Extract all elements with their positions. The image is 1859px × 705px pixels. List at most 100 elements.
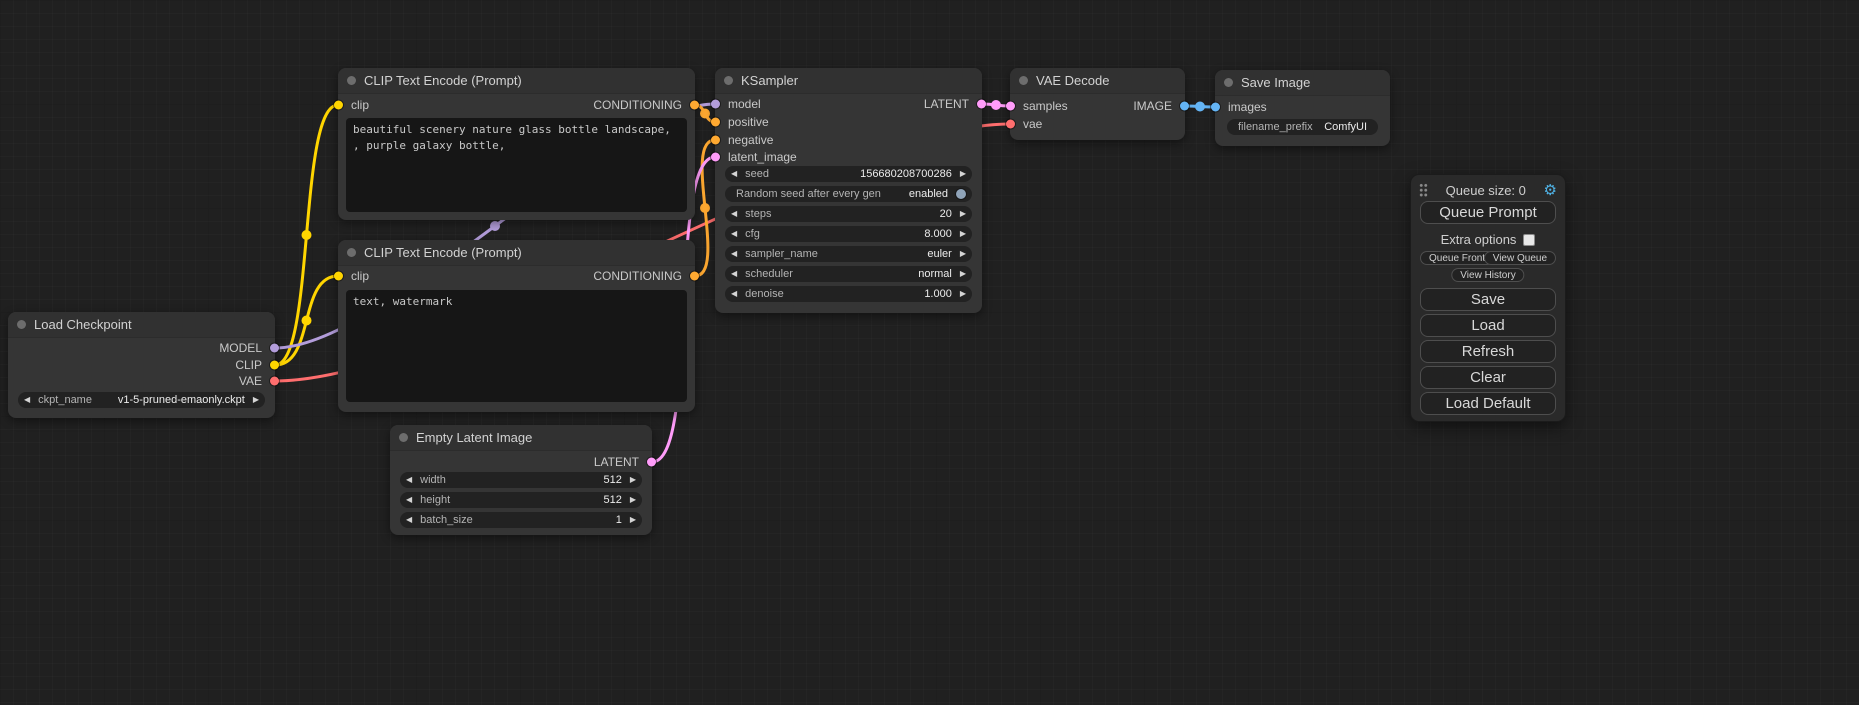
node-title: Empty Latent Image xyxy=(416,430,532,445)
node-title-bar[interactable]: Empty Latent Image xyxy=(390,425,652,451)
increment-arrow-icon[interactable]: ▶ xyxy=(960,170,966,178)
increment-arrow-icon[interactable]: ▶ xyxy=(253,396,259,404)
view-history-button[interactable]: View History xyxy=(1451,268,1524,282)
cfg-widget[interactable]: ◀ cfg 8.000 ▶ xyxy=(725,226,972,242)
queue-size-label: Queue size: 0 xyxy=(1428,183,1544,198)
node-clip-text-encode-negative[interactable]: CLIP Text Encode (Prompt) clip CONDITION… xyxy=(338,240,695,412)
prompt-textarea[interactable]: text, watermark xyxy=(346,290,687,402)
node-title-bar[interactable]: KSampler xyxy=(715,68,982,94)
latent-output-port[interactable] xyxy=(647,458,656,467)
collapse-dot-icon[interactable] xyxy=(399,433,408,442)
batch-size-widget[interactable]: ◀ batch_size 1 ▶ xyxy=(400,512,642,528)
node-title-bar[interactable]: Load Checkpoint xyxy=(8,312,275,338)
collapse-dot-icon[interactable] xyxy=(347,248,356,257)
image-output-port[interactable] xyxy=(1180,102,1189,111)
model-output-port[interactable] xyxy=(270,344,279,353)
collapse-dot-icon[interactable] xyxy=(1019,76,1028,85)
load-default-button[interactable]: Load Default xyxy=(1420,392,1556,415)
ckpt-name-widget[interactable]: ◀ ckpt_name v1-5-pruned-emaonly.ckpt ▶ xyxy=(18,392,265,408)
extra-options-checkbox[interactable] xyxy=(1523,234,1535,246)
images-input-port[interactable] xyxy=(1211,103,1220,112)
steps-widget[interactable]: ◀ steps 20 ▶ xyxy=(725,206,972,222)
positive-input-port[interactable] xyxy=(711,118,720,127)
widget-label: denoise xyxy=(740,288,784,300)
queue-prompt-button[interactable]: Queue Prompt xyxy=(1420,201,1556,224)
node-clip-text-encode-positive[interactable]: CLIP Text Encode (Prompt) clip CONDITION… xyxy=(338,68,695,220)
view-queue-button[interactable]: View Queue xyxy=(1484,251,1556,265)
collapse-dot-icon[interactable] xyxy=(347,76,356,85)
increment-arrow-icon[interactable]: ▶ xyxy=(630,516,636,524)
increment-arrow-icon[interactable]: ▶ xyxy=(960,210,966,218)
extra-options-label: Extra options xyxy=(1441,232,1517,247)
node-title-bar[interactable]: CLIP Text Encode (Prompt) xyxy=(338,68,695,94)
refresh-button[interactable]: Refresh xyxy=(1420,340,1556,363)
seed-widget[interactable]: ◀ seed 156680208700286 ▶ xyxy=(725,166,972,182)
decrement-arrow-icon[interactable]: ◀ xyxy=(731,250,737,258)
clear-button[interactable]: Clear xyxy=(1420,366,1556,389)
decrement-arrow-icon[interactable]: ◀ xyxy=(731,270,737,278)
denoise-widget[interactable]: ◀ denoise 1.000 ▶ xyxy=(725,286,972,302)
collapse-dot-icon[interactable] xyxy=(1224,78,1233,87)
increment-arrow-icon[interactable]: ▶ xyxy=(960,250,966,258)
scheduler-widget[interactable]: ◀ scheduler normal ▶ xyxy=(725,266,972,282)
decrement-arrow-icon[interactable]: ◀ xyxy=(731,170,737,178)
vae-output-port[interactable] xyxy=(270,377,279,386)
widget-label: batch_size xyxy=(415,514,473,526)
decrement-arrow-icon[interactable]: ◀ xyxy=(731,290,737,298)
node-ksampler[interactable]: KSampler model LATENT positive negative … xyxy=(715,68,982,313)
increment-arrow-icon[interactable]: ▶ xyxy=(630,496,636,504)
decrement-arrow-icon[interactable]: ◀ xyxy=(731,230,737,238)
filename-prefix-widget[interactable]: filename_prefix ComfyUI xyxy=(1227,119,1378,135)
negative-input-port[interactable] xyxy=(711,136,720,145)
decrement-arrow-icon[interactable]: ◀ xyxy=(24,396,30,404)
widget-value: 156680208700286 xyxy=(860,168,957,180)
vae-input-port[interactable] xyxy=(1006,120,1015,129)
widget-value: 1.000 xyxy=(924,288,957,300)
comfy-menu-panel: Queue size: 0 ⚙ Queue Prompt Extra optio… xyxy=(1410,174,1566,422)
node-title-bar[interactable]: CLIP Text Encode (Prompt) xyxy=(338,240,695,266)
node-title: CLIP Text Encode (Prompt) xyxy=(364,73,522,88)
node-empty-latent-image[interactable]: Empty Latent Image LATENT ◀ width 512 ▶ … xyxy=(390,425,652,535)
decrement-arrow-icon[interactable]: ◀ xyxy=(406,496,412,504)
collapse-dot-icon[interactable] xyxy=(724,76,733,85)
save-button[interactable]: Save xyxy=(1420,288,1556,311)
node-title-bar[interactable]: VAE Decode xyxy=(1010,68,1185,94)
decrement-arrow-icon[interactable]: ◀ xyxy=(406,476,412,484)
output-slot-model: MODEL xyxy=(8,340,275,356)
latent-image-input-port[interactable] xyxy=(711,153,720,162)
random-seed-toggle-widget[interactable]: Random seed after every gen enabled xyxy=(725,186,972,202)
load-button[interactable]: Load xyxy=(1420,314,1556,337)
input-slot-vae: vae xyxy=(1010,116,1185,132)
conditioning-output-port[interactable] xyxy=(690,101,699,110)
decrement-arrow-icon[interactable]: ◀ xyxy=(406,516,412,524)
increment-arrow-icon[interactable]: ▶ xyxy=(960,270,966,278)
widget-label: height xyxy=(415,494,450,506)
node-save-image[interactable]: Save Image images filename_prefix ComfyU… xyxy=(1215,70,1390,146)
width-widget[interactable]: ◀ width 512 ▶ xyxy=(400,472,642,488)
link-midpoint-dot xyxy=(1195,102,1205,112)
widget-value: v1-5-pruned-emaonly.ckpt xyxy=(118,394,250,406)
node-title: VAE Decode xyxy=(1036,73,1109,88)
conditioning-output-port[interactable] xyxy=(690,272,699,281)
height-widget[interactable]: ◀ height 512 ▶ xyxy=(400,492,642,508)
output-slot-conditioning: CONDITIONING xyxy=(338,268,695,284)
node-load-checkpoint[interactable]: Load Checkpoint MODEL CLIP VAE ◀ ckpt_na… xyxy=(8,312,275,418)
sampler-name-widget[interactable]: ◀ sampler_name euler ▶ xyxy=(725,246,972,262)
toggle-knob-icon[interactable] xyxy=(956,189,966,199)
latent-output-port[interactable] xyxy=(977,100,986,109)
increment-arrow-icon[interactable]: ▶ xyxy=(630,476,636,484)
node-title-bar[interactable]: Save Image xyxy=(1215,70,1390,96)
decrement-arrow-icon[interactable]: ◀ xyxy=(731,210,737,218)
collapse-dot-icon[interactable] xyxy=(17,320,26,329)
widget-value: euler xyxy=(927,248,956,260)
increment-arrow-icon[interactable]: ▶ xyxy=(960,230,966,238)
node-vae-decode[interactable]: VAE Decode samples IMAGE vae xyxy=(1010,68,1185,140)
drag-handle-icon[interactable] xyxy=(1419,183,1428,197)
increment-arrow-icon[interactable]: ▶ xyxy=(960,290,966,298)
settings-gear-icon[interactable]: ⚙ xyxy=(1544,183,1557,198)
link-midpoint-dot xyxy=(991,100,1001,110)
input-slot-latent-image: latent_image xyxy=(715,149,982,165)
output-slot-conditioning: CONDITIONING xyxy=(338,97,695,113)
prompt-textarea[interactable]: beautiful scenery nature glass bottle la… xyxy=(346,118,687,212)
clip-output-port[interactable] xyxy=(270,361,279,370)
